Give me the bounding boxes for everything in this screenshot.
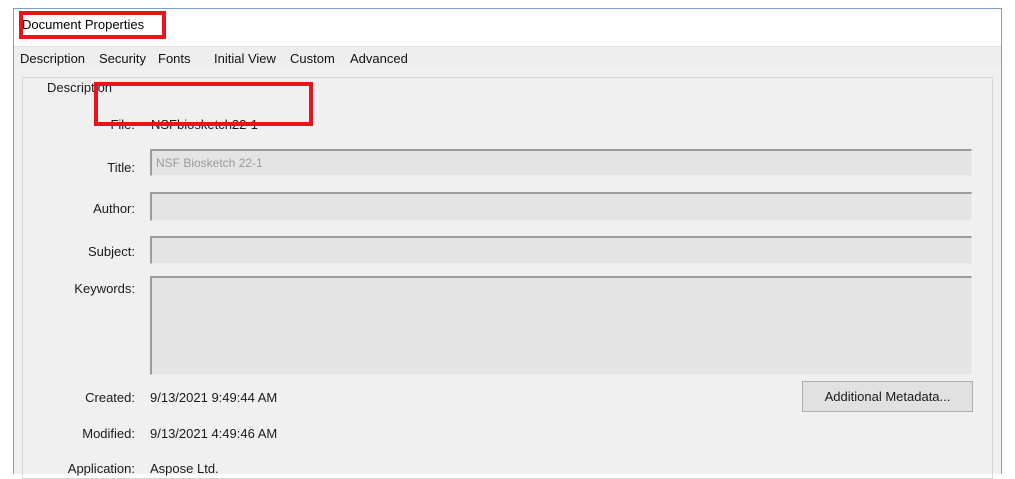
created-value: 9/13/2021 9:49:44 AM [150, 390, 278, 405]
document-properties-dialog: Document Properties Description Security… [13, 8, 1002, 479]
subject-label: Subject: [88, 244, 135, 259]
author-label: Author: [93, 201, 135, 216]
description-group: Description File: NSFbiosketch22-1 Title… [22, 77, 993, 479]
title-field[interactable] [150, 149, 972, 176]
highlight-box-dialog-title [19, 11, 166, 39]
additional-metadata-button[interactable]: Additional Metadata... [802, 381, 973, 412]
subject-field[interactable] [150, 236, 972, 264]
modified-label: Modified: [82, 426, 135, 441]
title-label: Title: [107, 160, 135, 175]
keywords-field[interactable] [150, 276, 972, 375]
tab-fonts[interactable]: Fonts [158, 51, 191, 66]
keywords-label: Keywords: [74, 281, 135, 296]
tab-security[interactable]: Security [99, 51, 146, 66]
description-pane: Description File: NSFbiosketch22-1 Title… [14, 68, 1001, 479]
modified-value: 9/13/2021 4:49:46 AM [150, 426, 278, 441]
tab-bar: Description Security Fonts Initial View … [14, 46, 1001, 69]
tab-initial-view[interactable]: Initial View [214, 51, 276, 66]
tab-advanced[interactable]: Advanced [350, 51, 408, 66]
created-label: Created: [85, 390, 135, 405]
author-field[interactable] [150, 192, 972, 221]
tab-description[interactable]: Description [20, 51, 85, 66]
tab-custom[interactable]: Custom [290, 51, 335, 66]
highlight-box-title-field [94, 82, 313, 126]
